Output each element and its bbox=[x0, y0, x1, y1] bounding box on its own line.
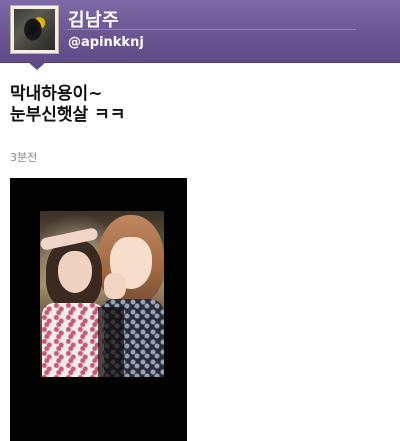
header-divider bbox=[66, 29, 356, 30]
person-left-body bbox=[42, 303, 104, 377]
tweet-line: 막내하용이~ bbox=[10, 84, 103, 104]
profile-header: 김남주 @apinkknj bbox=[0, 0, 400, 63]
avatar[interactable] bbox=[10, 5, 59, 54]
photo-shadow bbox=[98, 307, 124, 377]
tweet-line: 눈부신햇살 ㅋㅋ bbox=[10, 105, 126, 125]
user-handle[interactable]: @apinkknj bbox=[68, 35, 144, 50]
tweet-text: 막내하용이~ 눈부신햇살 ㅋㅋ bbox=[10, 84, 390, 126]
person-right-hand bbox=[104, 273, 126, 299]
photo-attachment[interactable] bbox=[10, 178, 187, 441]
avatar-image bbox=[14, 9, 55, 50]
photo-image bbox=[40, 211, 164, 377]
header-pointer-arrow bbox=[28, 62, 46, 70]
person-left-face bbox=[58, 251, 92, 293]
tweet-timestamp: 3분전 bbox=[10, 151, 38, 164]
